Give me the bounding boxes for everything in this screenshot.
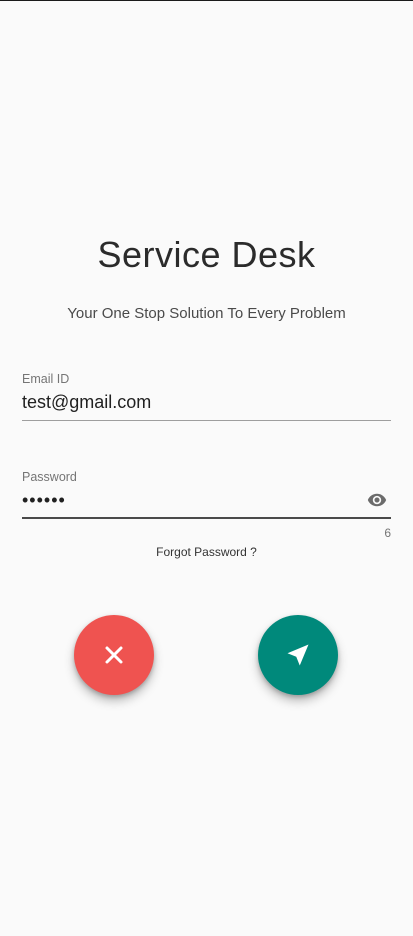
close-icon bbox=[102, 643, 126, 667]
page-subtitle: Your One Stop Solution To Every Problem bbox=[67, 305, 346, 322]
password-char-counter: 6 bbox=[384, 526, 391, 540]
password-input[interactable]: •••••• bbox=[22, 490, 66, 511]
status-bar-edge bbox=[0, 0, 413, 1]
email-underline bbox=[22, 420, 391, 421]
cancel-button[interactable] bbox=[74, 615, 154, 695]
send-icon bbox=[284, 641, 312, 669]
email-label: Email ID bbox=[22, 372, 70, 386]
password-label: Password bbox=[22, 470, 77, 484]
password-underline bbox=[22, 517, 391, 519]
forgot-password-link[interactable]: Forgot Password ? bbox=[0, 545, 413, 559]
page-title: Service Desk bbox=[97, 234, 316, 275]
submit-button[interactable] bbox=[258, 615, 338, 695]
eye-icon[interactable] bbox=[364, 490, 390, 510]
email-input[interactable]: test@gmail.com bbox=[22, 392, 151, 413]
